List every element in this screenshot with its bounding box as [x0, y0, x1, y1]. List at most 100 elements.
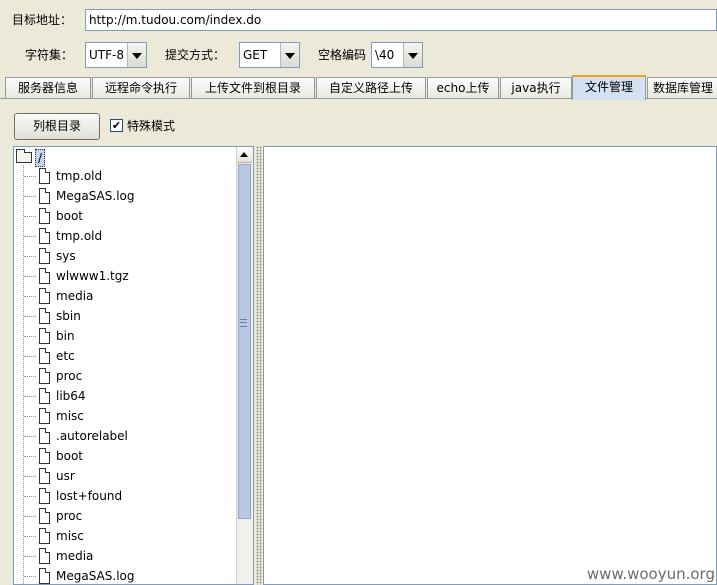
tree-branch-line [24, 416, 36, 417]
tree-file-node[interactable]: boot [24, 447, 224, 467]
tree-branch-line [24, 476, 36, 477]
tree-branch-line [24, 196, 36, 197]
file-icon [39, 168, 50, 184]
watermark: www.wooyun.org [586, 565, 715, 583]
space-encoding-select[interactable]: \40 [371, 42, 423, 68]
tree-file-label: .autorelabel [56, 429, 128, 443]
file-tree[interactable]: / tmp.old MegaSAS.log boot tmp.old sys wlwww1… [13, 146, 254, 585]
tree-root-label: / [35, 149, 46, 167]
tab-database-manager[interactable]: 数据库管理 [647, 77, 717, 99]
tree-branch-line [24, 236, 36, 237]
tree-branch-line [24, 536, 36, 537]
special-mode-label: 特殊模式 [127, 119, 176, 133]
tree-file-node[interactable]: usr [24, 467, 224, 487]
tree-branch-line [24, 516, 36, 517]
chevron-down-icon[interactable] [403, 43, 422, 67]
chevron-down-icon[interactable] [127, 43, 146, 67]
tree-file-node[interactable]: sys [24, 247, 224, 267]
tab-file-manager[interactable]: 文件管理 [572, 75, 646, 100]
tab-remote-command[interactable]: 远程命令执行 [92, 77, 190, 99]
file-icon [39, 468, 50, 484]
tree-branch-line [24, 376, 36, 377]
file-icon [39, 368, 50, 384]
space-encoding-label: 空格编码 [318, 48, 367, 62]
method-label: 提交方式： [165, 48, 226, 62]
tree-file-label: lib64 [56, 389, 86, 403]
tab-upload-root[interactable]: 上传文件到根目录 [191, 77, 315, 99]
tree-file-node[interactable]: misc [24, 407, 224, 427]
file-icon [39, 328, 50, 344]
file-icon [39, 288, 50, 304]
tab-java-exec[interactable]: java执行 [500, 77, 572, 99]
tree-file-node[interactable]: MegaSAS.log [24, 187, 224, 207]
file-icon [39, 448, 50, 464]
file-icon [39, 528, 50, 544]
tree-branch-line [24, 256, 36, 257]
tree-file-node[interactable]: boot [24, 207, 224, 227]
target-url-input[interactable]: http://m.tudou.com/index.do [85, 9, 717, 31]
file-icon [39, 188, 50, 204]
space-encoding-value: \40 [375, 48, 395, 62]
tree-file-label: proc [56, 369, 83, 383]
file-icon [39, 568, 50, 584]
tree-branch-line [24, 436, 36, 437]
tree-file-label: proc [56, 509, 83, 523]
scroll-up-icon[interactable] [237, 147, 252, 163]
charset-select[interactable]: UTF-8 [85, 42, 147, 68]
file-content-area[interactable] [263, 146, 717, 585]
tree-file-label: media [56, 549, 94, 563]
charset-label: 字符集： [25, 48, 74, 62]
file-icon [39, 268, 50, 284]
tree-file-label: bin [56, 329, 75, 343]
tab-custom-path-upload[interactable]: 自定义路径上传 [316, 77, 426, 99]
tree-file-node[interactable]: wlwww1.tgz [24, 267, 224, 287]
tree-file-node[interactable]: sbin [24, 307, 224, 327]
method-select[interactable]: GET [239, 42, 300, 68]
target-label: 目标地址： [12, 13, 73, 27]
tree-file-node[interactable]: tmp.old [24, 227, 224, 247]
chevron-down-icon[interactable] [280, 43, 299, 67]
tree-file-label: sys [56, 249, 76, 263]
tree-branch-line [24, 356, 36, 357]
tab-echo-upload[interactable]: echo上传 [427, 77, 499, 99]
method-value: GET [243, 48, 268, 62]
tree-file-label: media [56, 289, 94, 303]
charset-value: UTF-8 [89, 48, 124, 62]
tree-file-label: wlwww1.tgz [56, 269, 129, 283]
split-pane-divider[interactable] [256, 146, 262, 585]
tree-branch-line [24, 496, 36, 497]
tree-file-node[interactable]: misc [24, 527, 224, 547]
tree-file-node[interactable]: etc [24, 347, 224, 367]
tree-file-node[interactable]: proc [24, 367, 224, 387]
file-icon [39, 508, 50, 524]
file-icon [39, 208, 50, 224]
file-icon [39, 228, 50, 244]
file-icon [39, 488, 50, 504]
tree-vertical-scrollbar[interactable] [236, 147, 253, 584]
tree-file-node[interactable]: bin [24, 327, 224, 347]
tree-branch-line [24, 296, 36, 297]
tree-file-node[interactable]: .autorelabel [24, 427, 224, 447]
tree-file-label: boot [56, 449, 84, 463]
tree-file-node[interactable]: tmp.old [24, 167, 224, 187]
tree-file-node[interactable]: media [24, 287, 224, 307]
tree-file-node[interactable]: media [24, 547, 224, 567]
tree-file-node[interactable]: MegaSAS.log [24, 567, 224, 584]
tree-file-node[interactable]: proc [24, 507, 224, 527]
file-icon [39, 248, 50, 264]
file-icon [39, 388, 50, 404]
tree-file-label: boot [56, 209, 84, 223]
list-root-button[interactable]: 列根目录 [14, 113, 100, 140]
folder-icon [16, 149, 32, 163]
tree-file-label: etc [56, 349, 75, 363]
tab-server-info[interactable]: 服务器信息 [5, 77, 91, 99]
tree-file-label: tmp.old [56, 169, 103, 183]
scrollbar-thumb[interactable] [238, 164, 251, 519]
tree-file-label: misc [56, 409, 84, 423]
tree-file-node[interactable]: lib64 [24, 387, 224, 407]
tree-branch-line [24, 556, 36, 557]
tree-branch-line [24, 316, 36, 317]
tree-file-node[interactable]: lost+found [24, 487, 224, 507]
tree-branch-line [24, 456, 36, 457]
special-mode-checkbox[interactable]: ✔ [110, 119, 123, 132]
